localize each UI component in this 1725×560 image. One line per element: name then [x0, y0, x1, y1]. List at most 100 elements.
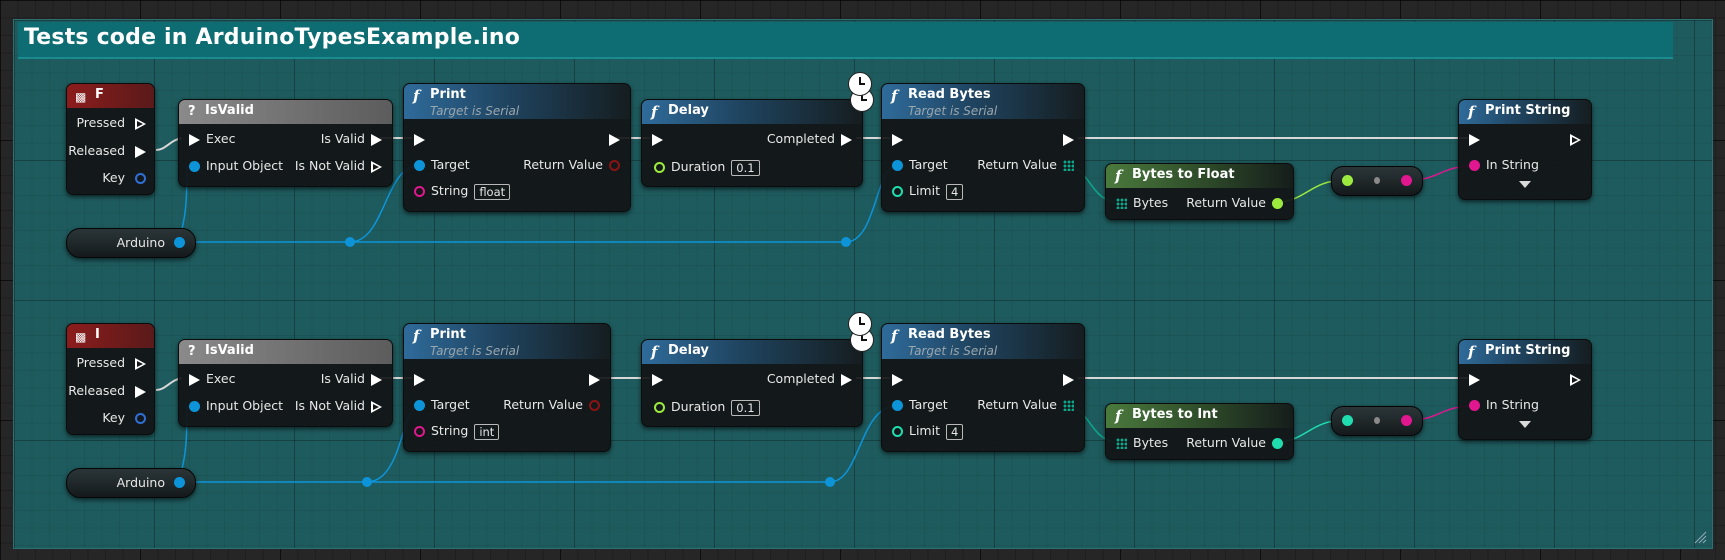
- limit-value-field[interactable]: 4: [946, 183, 964, 200]
- exec-pin-icon: [371, 160, 382, 173]
- in-string-pin[interactable]: In String: [1469, 157, 1539, 173]
- exec-out-pin[interactable]: [609, 131, 620, 147]
- byte-array-pin-icon: [1116, 438, 1127, 449]
- target-pin[interactable]: Target: [414, 157, 470, 173]
- isvalid-node[interactable]: ? IsValid Exec Input Object Is Valid Is …: [178, 99, 393, 187]
- expand-advanced-icon[interactable]: [1519, 181, 1531, 188]
- string-pin-icon: [1469, 160, 1480, 171]
- expand-advanced-icon[interactable]: [1519, 421, 1531, 428]
- pressed-pin[interactable]: Pressed: [76, 115, 146, 131]
- exec-in-pin[interactable]: [1469, 131, 1480, 147]
- exec-out-pin[interactable]: [1570, 371, 1581, 387]
- bytes-convert-node[interactable]: f Bytes to Float Bytes Return Value: [1105, 163, 1294, 220]
- is-valid-pin[interactable]: Is Valid: [321, 371, 382, 387]
- convert-return-pin[interactable]: Return Value: [1186, 195, 1283, 211]
- convert-return-pin[interactable]: Return Value: [1186, 435, 1283, 451]
- print-node[interactable]: f Print Target is Serial Target Return V…: [403, 323, 611, 452]
- object-pin-icon: [892, 400, 903, 411]
- read-bytes-node[interactable]: f Read Bytes Target is Serial Target Ret…: [848, 72, 1085, 212]
- return-value-pin[interactable]: Return Value: [977, 397, 1074, 413]
- delay-node[interactable]: f Delay Completed Duration 0.1: [641, 88, 874, 187]
- duration-value-field[interactable]: 0.1: [731, 399, 760, 416]
- comment-title: Tests code in ArduinoTypesExample.ino: [24, 25, 521, 50]
- exec-out-pin[interactable]: [1063, 131, 1074, 147]
- target-pin[interactable]: Target: [892, 397, 948, 413]
- exec-in-pin[interactable]: [892, 131, 903, 147]
- exec-pin-icon: [1063, 373, 1074, 386]
- limit-pin[interactable]: Limit 4: [892, 423, 964, 440]
- duration-pin[interactable]: Duration 0.1: [654, 399, 760, 416]
- string-pin-icon: [1401, 175, 1412, 186]
- released-pin[interactable]: Released: [68, 143, 146, 159]
- print-string-node[interactable]: f Print String In String: [1458, 339, 1592, 440]
- string-value-field[interactable]: int: [474, 423, 500, 440]
- key-pin[interactable]: Key: [102, 410, 146, 426]
- bytes-pin[interactable]: Bytes: [1116, 435, 1168, 451]
- input-object-pin[interactable]: Input Object: [189, 158, 283, 174]
- released-pin[interactable]: Released: [68, 383, 146, 399]
- exec-in-pin[interactable]: Exec: [189, 371, 235, 387]
- duration-value-field[interactable]: 0.1: [731, 159, 760, 176]
- return-value-pin[interactable]: Return Value: [503, 397, 600, 413]
- exec-pin-icon: [1469, 373, 1480, 386]
- limit-value-field[interactable]: 4: [946, 423, 964, 440]
- object-pin-icon[interactable]: [174, 477, 185, 488]
- string-pin[interactable]: String int: [414, 423, 500, 440]
- arduino-variable-node[interactable]: Arduino: [66, 468, 196, 498]
- duration-pin[interactable]: Duration 0.1: [654, 159, 760, 176]
- value-pin-icon: [1272, 198, 1283, 209]
- key-event-node[interactable]: ▩ I Pressed Released Key: [66, 323, 155, 435]
- target-pin[interactable]: Target: [414, 397, 470, 413]
- resize-grip-icon[interactable]: [1693, 530, 1707, 544]
- delay-node[interactable]: f Delay Completed Duration 0.1: [641, 328, 874, 427]
- read-bytes-node[interactable]: f Read Bytes Target is Serial Target Ret…: [848, 312, 1085, 452]
- in-string-pin[interactable]: In String: [1469, 397, 1539, 413]
- conversion-node[interactable]: [1331, 166, 1423, 196]
- pressed-pin[interactable]: Pressed: [76, 355, 146, 371]
- exec-in-pin[interactable]: Exec: [189, 131, 235, 147]
- print-string-title: Print String: [1485, 343, 1571, 358]
- exec-in-pin[interactable]: [414, 131, 425, 147]
- isvalid-node[interactable]: ? IsValid Exec Input Object Is Valid Is …: [178, 339, 393, 427]
- exec-pin-icon: [189, 133, 200, 146]
- target-pin[interactable]: Target: [892, 157, 948, 173]
- exec-out-pin[interactable]: [589, 371, 600, 387]
- input-object-pin[interactable]: Input Object: [189, 398, 283, 414]
- read-bytes-title: Read Bytes: [908, 327, 991, 342]
- exec-pin-icon: [609, 133, 620, 146]
- key-event-node[interactable]: ▩ F Pressed Released Key: [66, 83, 155, 195]
- bytes-convert-node[interactable]: f Bytes to Int Bytes Return Value: [1105, 403, 1294, 460]
- is-not-valid-pin[interactable]: Is Not Valid: [295, 158, 382, 174]
- print-string-node[interactable]: f Print String In String: [1458, 99, 1592, 200]
- return-value-pin[interactable]: Return Value: [977, 157, 1074, 173]
- keyboard-key-icon: ▩: [75, 330, 87, 344]
- exec-in-pin[interactable]: [414, 371, 425, 387]
- exec-out-pin[interactable]: [1063, 371, 1074, 387]
- key-pin[interactable]: Key: [102, 170, 146, 186]
- read-bytes-subtitle: Target is Serial: [908, 104, 998, 118]
- return-pin-icon: [589, 400, 600, 411]
- completed-pin[interactable]: Completed: [767, 131, 852, 147]
- conversion-node[interactable]: [1331, 406, 1423, 436]
- exec-in-pin[interactable]: [1469, 371, 1480, 387]
- completed-pin[interactable]: Completed: [767, 371, 852, 387]
- exec-out-pin[interactable]: [1570, 131, 1581, 147]
- value-pin-icon: [1272, 438, 1283, 449]
- print-node[interactable]: f Print Target is Serial Target Return V…: [403, 83, 631, 212]
- isvalid-title: IsValid: [205, 343, 254, 358]
- exec-in-pin[interactable]: [892, 371, 903, 387]
- exec-in-pin[interactable]: [652, 131, 663, 147]
- bytes-pin[interactable]: Bytes: [1116, 195, 1168, 211]
- string-pin[interactable]: String float: [414, 183, 511, 200]
- return-value-pin[interactable]: Return Value: [523, 157, 620, 173]
- is-valid-pin[interactable]: Is Valid: [321, 131, 382, 147]
- is-not-valid-pin[interactable]: Is Not Valid: [295, 398, 382, 414]
- arduino-variable-node[interactable]: Arduino: [66, 228, 196, 258]
- object-pin-icon: [414, 160, 425, 171]
- string-value-field[interactable]: float: [474, 183, 511, 200]
- delay-title: Delay: [668, 343, 709, 358]
- limit-pin[interactable]: Limit 4: [892, 183, 964, 200]
- clock-icon: [848, 72, 872, 96]
- object-pin-icon[interactable]: [174, 237, 185, 248]
- exec-in-pin[interactable]: [652, 371, 663, 387]
